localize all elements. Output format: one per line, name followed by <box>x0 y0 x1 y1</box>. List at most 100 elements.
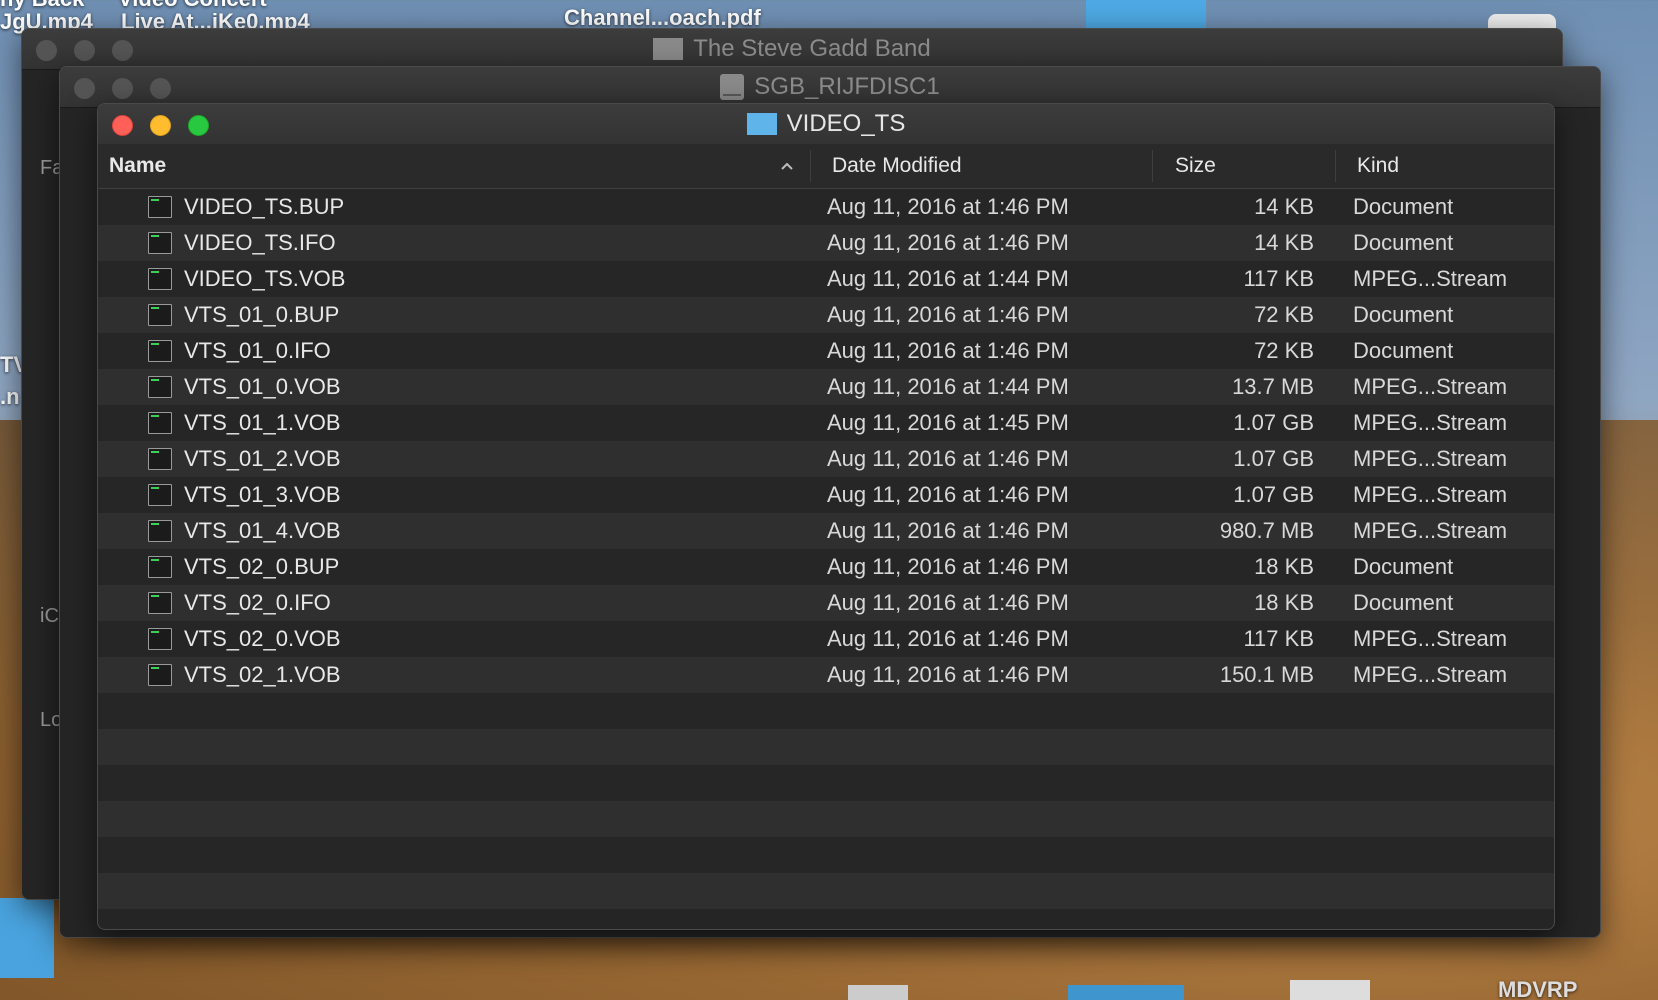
empty-row <box>98 837 1554 873</box>
file-name: VIDEO_TS.BUP <box>184 194 345 219</box>
file-name: VIDEO_TS.VOB <box>184 266 346 291</box>
file-date-modified: Aug 11, 2016 at 1:44 PM <box>827 374 1069 399</box>
file-size: 72 KB <box>1254 302 1314 327</box>
column-separator[interactable] <box>1335 150 1336 182</box>
file-row[interactable]: VTS_01_0.VOB Aug 11, 2016 at 1:44 PM 13.7 … <box>98 369 1554 405</box>
window-titlebar[interactable]: The Steve Gadd Band <box>22 29 1562 70</box>
column-separator[interactable] <box>810 150 811 182</box>
file-name: VTS_02_0.BUP <box>184 554 340 579</box>
file-kind: MPEG...Stream <box>1353 518 1508 543</box>
folder-icon <box>653 38 684 60</box>
column-header-date[interactable]: Date Modified <box>832 144 962 188</box>
file-kind: Document <box>1353 590 1454 615</box>
file-kind: Document <box>1353 194 1454 219</box>
desktop-item-tile[interactable] <box>1290 980 1370 1000</box>
file-size: 72 KB <box>1254 338 1314 363</box>
file-kind: MPEG...Stream <box>1353 626 1508 651</box>
finder-window-main[interactable]: VIDEO_TS Name Date Modified Size Kind VI… <box>97 103 1555 930</box>
window-titlebar[interactable]: SGB_RIJFDISC1 <box>60 67 1600 108</box>
file-size: 150.1 MB <box>1219 662 1314 687</box>
file-row[interactable]: VTS_02_1.VOB Aug 11, 2016 at 1:46 PM 150.1… <box>98 657 1554 693</box>
file-row[interactable]: VTS_01_2.VOB Aug 11, 2016 at 1:46 PM 1.07 … <box>98 441 1554 477</box>
file-icon <box>148 520 172 542</box>
file-size: 14 KB <box>1254 230 1314 255</box>
column-header-kind[interactable]: Kind <box>1357 144 1399 188</box>
file-size: 1.07 GB <box>1233 482 1314 507</box>
sidebar-section-icloud: iC <box>40 605 59 627</box>
file-date-modified: Aug 11, 2016 at 1:46 PM <box>827 230 1069 255</box>
file-size: 1.07 GB <box>1233 410 1314 435</box>
window-title: The Steve Gadd Band <box>22 29 1562 69</box>
file-name: VTS_01_0.VOB <box>184 374 341 399</box>
file-icon <box>148 412 172 434</box>
file-icon <box>148 268 172 290</box>
desktop-file-label[interactable]: .n <box>0 384 20 410</box>
file-size: 18 KB <box>1254 554 1314 579</box>
file-size: 117 KB <box>1243 266 1314 291</box>
desktop-item-tile[interactable] <box>848 985 908 1000</box>
file-row[interactable]: VTS_01_0.IFO Aug 11, 2016 at 1:46 PM 72 KB… <box>98 333 1554 369</box>
window-title: VIDEO_TS <box>98 104 1554 144</box>
file-date-modified: Aug 11, 2016 at 1:46 PM <box>827 590 1069 615</box>
file-kind: MPEG...Stream <box>1353 446 1508 471</box>
file-row[interactable]: VIDEO_TS.VOB Aug 11, 2016 at 1:44 PM 117 K… <box>98 261 1554 297</box>
file-date-modified: Aug 11, 2016 at 1:46 PM <box>827 446 1069 471</box>
file-name: VIDEO_TS.IFO <box>184 230 336 255</box>
column-header-size[interactable]: Size <box>1175 144 1216 188</box>
file-date-modified: Aug 11, 2016 at 1:46 PM <box>827 518 1069 543</box>
file-size: 117 KB <box>1243 626 1314 651</box>
file-row[interactable]: VTS_01_1.VOB Aug 11, 2016 at 1:45 PM 1.07 … <box>98 405 1554 441</box>
file-icon <box>148 484 172 506</box>
file-date-modified: Aug 11, 2016 at 1:46 PM <box>827 194 1069 219</box>
file-row[interactable]: VIDEO_TS.BUP Aug 11, 2016 at 1:46 PM 14 KB… <box>98 189 1554 225</box>
file-row[interactable]: VTS_01_4.VOB Aug 11, 2016 at 1:46 PM 980.7… <box>98 513 1554 549</box>
file-kind: MPEG...Stream <box>1353 662 1508 687</box>
file-name: VTS_02_0.VOB <box>184 626 341 651</box>
file-name: VTS_02_1.VOB <box>184 662 341 687</box>
file-row[interactable]: VTS_01_3.VOB Aug 11, 2016 at 1:46 PM 1.07 … <box>98 477 1554 513</box>
column-separator[interactable] <box>1152 150 1153 182</box>
file-name: VTS_01_0.BUP <box>184 302 340 327</box>
file-date-modified: Aug 11, 2016 at 1:46 PM <box>827 626 1069 651</box>
desktop-item-tile[interactable] <box>1086 0 1206 28</box>
file-date-modified: Aug 11, 2016 at 1:44 PM <box>827 266 1069 291</box>
empty-row <box>98 801 1554 837</box>
file-icon <box>148 304 172 326</box>
drive-icon <box>720 74 745 100</box>
file-date-modified: Aug 11, 2016 at 1:46 PM <box>827 338 1069 363</box>
file-icon <box>148 664 172 686</box>
file-size: 1.07 GB <box>1233 446 1314 471</box>
column-header-bar: Name Date Modified Size Kind <box>98 144 1554 189</box>
file-size: 18 KB <box>1254 590 1314 615</box>
empty-row <box>98 693 1554 729</box>
desktop-item-tile[interactable] <box>0 898 54 978</box>
file-icon <box>148 340 172 362</box>
desktop-item-tile[interactable] <box>1068 985 1184 1000</box>
file-kind: Document <box>1353 554 1454 579</box>
folder-icon <box>746 113 777 135</box>
column-header-name[interactable]: Name <box>109 144 799 188</box>
window-titlebar[interactable]: VIDEO_TS <box>98 104 1554 145</box>
file-icon <box>148 376 172 398</box>
file-row[interactable]: VTS_01_0.BUP Aug 11, 2016 at 1:46 PM 72 KB… <box>98 297 1554 333</box>
file-kind: Document <box>1353 338 1454 363</box>
file-name: VTS_02_0.IFO <box>184 590 331 615</box>
file-name: VTS_01_1.VOB <box>184 410 341 435</box>
file-name: VTS_01_2.VOB <box>184 446 341 471</box>
file-kind: Document <box>1353 302 1454 327</box>
empty-row <box>98 765 1554 801</box>
file-row[interactable]: VTS_02_0.IFO Aug 11, 2016 at 1:46 PM 18 KB… <box>98 585 1554 621</box>
window-title-text: The Steve Gadd Band <box>693 35 931 62</box>
file-icon <box>148 556 172 578</box>
file-row[interactable]: VTS_02_0.BUP Aug 11, 2016 at 1:46 PM 18 KB… <box>98 549 1554 585</box>
file-row[interactable]: VIDEO_TS.IFO Aug 11, 2016 at 1:46 PM 14 KB… <box>98 225 1554 261</box>
sort-ascending-icon[interactable] <box>780 156 794 176</box>
file-list: VIDEO_TS.BUP Aug 11, 2016 at 1:46 PM 14 KB… <box>98 189 1554 929</box>
file-row[interactable]: VTS_02_0.VOB Aug 11, 2016 at 1:46 PM 117 K… <box>98 621 1554 657</box>
window-title-text: SGB_RIJFDISC1 <box>754 73 940 100</box>
file-date-modified: Aug 11, 2016 at 1:46 PM <box>827 554 1069 579</box>
file-date-modified: Aug 11, 2016 at 1:45 PM <box>827 410 1069 435</box>
file-name: VTS_01_4.VOB <box>184 518 341 543</box>
desktop-file-label[interactable]: MDVRP <box>1498 977 1577 1000</box>
file-kind: MPEG...Stream <box>1353 266 1508 291</box>
